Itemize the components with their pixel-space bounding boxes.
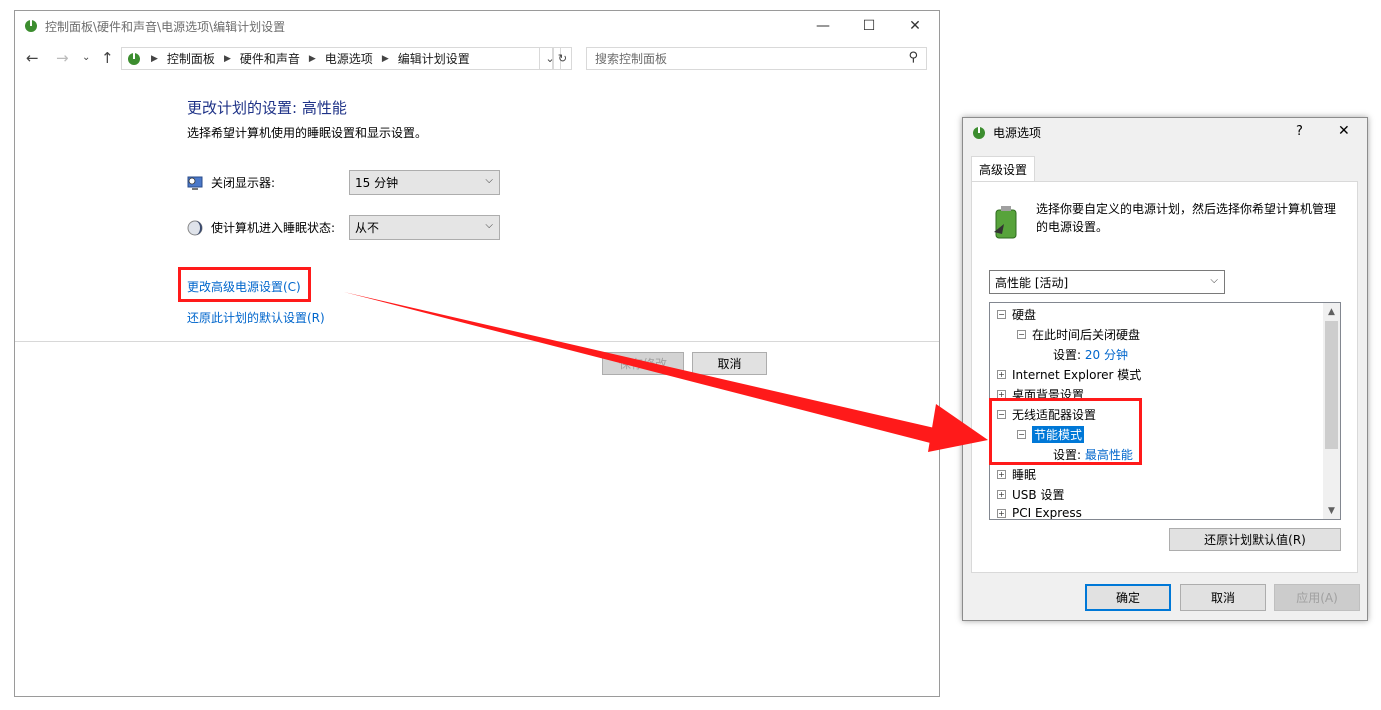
annotation-arrow-icon bbox=[344, 292, 988, 452]
